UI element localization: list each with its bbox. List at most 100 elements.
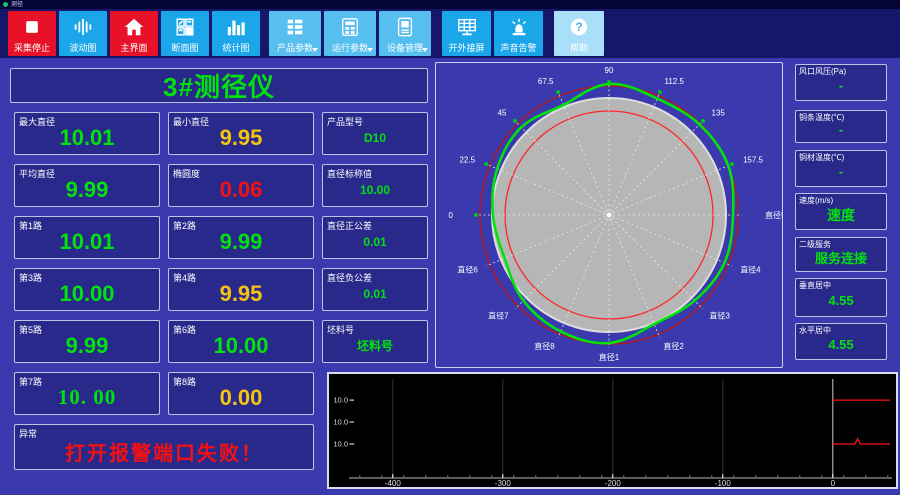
status-panel-7: 水平居中 4.55 (795, 323, 887, 360)
tile-value: 9.99 (65, 176, 109, 202)
monitor-icon (456, 15, 478, 39)
toolbar-button-9[interactable]: 开外接屏 (442, 11, 491, 56)
dropdown-arrow-icon (367, 48, 373, 52)
tile-value: 10.00 (59, 280, 115, 306)
window-title: 测径 (11, 1, 24, 8)
home-icon (123, 15, 145, 39)
svg-text:-400: -400 (385, 479, 402, 487)
metric-tile-2: 最小直径 9.95 (168, 112, 314, 155)
toolbar-button-3[interactable]: 主界面 (110, 11, 158, 56)
trend-chart: -400 -300 -200 -100 0 10.0 10.0 10.0 (329, 374, 896, 487)
svg-text:10.0: 10.0 (333, 396, 348, 405)
toolbar-button-label: 帮助 (569, 43, 588, 53)
grid4-icon (174, 15, 196, 39)
svg-text:-100: -100 (715, 479, 732, 487)
svg-text:67.5: 67.5 (538, 77, 554, 86)
svg-text:-300: -300 (495, 479, 512, 487)
toolbar-button-label: 统计图 (222, 43, 250, 53)
wave-icon (72, 15, 94, 39)
metric-tile-15: 坯料号 坯料号 (322, 320, 428, 363)
status-value: 4.55 (828, 293, 854, 308)
status-panel-2: 铜条温度(℃) - (795, 110, 887, 143)
tile-value: 0.01 (363, 234, 387, 249)
svg-text:-200: -200 (605, 479, 622, 487)
tile-value: 0.00 (219, 384, 263, 410)
app-icon (3, 2, 8, 7)
svg-text:112.5: 112.5 (664, 77, 684, 86)
svg-text:?: ? (575, 20, 582, 34)
toolbar-button-label: 采集停止 (13, 43, 50, 53)
tile-value: 10.01 (59, 228, 115, 254)
alarm-panel: 异常 打开报警端口失败！ (14, 424, 314, 470)
svg-text:直径4: 直径4 (740, 264, 761, 274)
station-title: 3#测径仪 (163, 72, 275, 102)
status-panel-3: 铜材温度(℃) - (795, 150, 887, 187)
cross-section-panel: 0 22.5 45 67.5 90 112.5 135 157.5 直径1 直径2 直径3 直径4 直径… (435, 62, 783, 368)
svg-text:22.5: 22.5 (459, 156, 475, 165)
metric-tile-12: 直径负公差 0.01 (322, 268, 428, 311)
tile-value: 0.06 (219, 176, 263, 202)
toolbar-button-label: 设备管理 (386, 43, 423, 53)
toolbar-button-8[interactable]: 设备管理 (379, 11, 431, 56)
metric-tile-9: 直径正公差 0.01 (322, 216, 428, 259)
toolbar-button-label: 声音告警 (500, 43, 537, 53)
siren-icon (508, 15, 530, 39)
metric-tile-16: 第7路 10. 00 (14, 372, 160, 415)
tile-value: 0.01 (363, 286, 387, 301)
svg-text:直径7: 直径7 (488, 310, 509, 320)
toolbar-button-label: 波动图 (69, 43, 97, 53)
metric-tile-1: 最大直径 10.01 (14, 112, 160, 155)
metric-tile-17: 第8路 0.00 (168, 372, 314, 415)
svg-text:0: 0 (449, 211, 454, 220)
svg-text:0: 0 (831, 479, 836, 487)
station-title-panel: 3#测径仪 (10, 68, 428, 103)
tile-value: 10.01 (59, 124, 115, 150)
toolbar-button-6[interactable]: 产品参数 (269, 11, 321, 56)
status-value: 速度 (827, 206, 855, 223)
metric-tile-6: 直径标称值 10.00 (322, 164, 428, 207)
toolbar-button-7[interactable]: 运行参数 (324, 11, 376, 56)
svg-text:10.0: 10.0 (333, 440, 348, 449)
window-titlebar: 测径 (0, 0, 900, 9)
tile-value: 9.99 (65, 332, 109, 358)
status-panel-5: 二级服务 服务连接 (795, 237, 887, 272)
metric-tile-3: 产品型号 D10 (322, 112, 428, 155)
trend-chart-panel: -400 -300 -200 -100 0 10.0 10.0 10.0 (327, 372, 898, 489)
toolbar-button-label: 主界面 (120, 43, 148, 53)
toolbar-button-11[interactable]: ? 帮助 (554, 11, 604, 56)
metric-tile-11: 第4路 9.95 (168, 268, 314, 311)
toolbar-button-label: 运行参数 (331, 43, 368, 53)
svg-text:直径5: 直径5 (765, 210, 782, 220)
stop-icon (22, 15, 42, 39)
status-value: - (838, 78, 844, 93)
tile-value: 10.00 (213, 332, 269, 358)
status-panel-6: 垂直居中 4.55 (795, 278, 887, 317)
tile-value: 9.95 (219, 280, 263, 306)
svg-text:直径6: 直径6 (457, 264, 478, 274)
metric-tile-13: 第5路 9.99 (14, 320, 160, 363)
svg-text:90: 90 (605, 66, 614, 75)
tile-value: D10 (363, 130, 386, 145)
svg-text:45: 45 (498, 108, 507, 117)
keypad-icon (339, 15, 361, 39)
status-panel-4: 速度(m/s) 速度 (795, 193, 887, 230)
metric-tile-4: 平均直径 9.99 (14, 164, 160, 207)
metric-tile-14: 第6路 10.00 (168, 320, 314, 363)
metric-tile-7: 第1路 10.01 (14, 216, 160, 259)
status-value: - (838, 164, 844, 179)
help-icon: ? (568, 15, 590, 39)
toolbar-button-4[interactable]: 断面图 (161, 11, 209, 56)
toolbar-button-5[interactable]: 统计图 (212, 11, 260, 56)
alarm-message: 打开报警端口失败！ (65, 442, 263, 465)
dropdown-arrow-icon (312, 48, 318, 52)
toolbar-button-1[interactable]: 采集停止 (8, 11, 56, 56)
svg-text:直径2: 直径2 (663, 341, 684, 351)
toolbar-button-10[interactable]: 声音告警 (494, 11, 543, 56)
svg-text:直径8: 直径8 (534, 341, 555, 351)
toolbar-button-2[interactable]: 波动图 (59, 11, 107, 56)
toolbar-button-label: 开外接屏 (448, 43, 485, 53)
svg-text:直径1: 直径1 (599, 352, 620, 362)
dropdown-arrow-icon (422, 48, 428, 52)
svg-text:直径3: 直径3 (709, 310, 730, 320)
tile-value: 坯料号 (356, 339, 393, 353)
